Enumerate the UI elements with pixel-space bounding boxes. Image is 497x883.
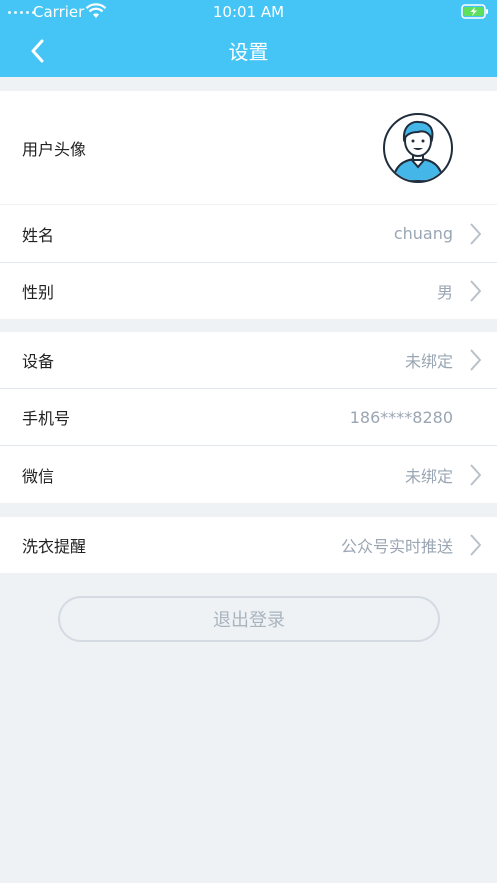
phone-row: 手机号 186****8280 bbox=[0, 389, 497, 446]
profile-group: 用户头像 bbox=[0, 91, 497, 204]
chevron-right-icon bbox=[470, 463, 481, 486]
phone-label: 手机号 bbox=[22, 409, 71, 428]
name-row[interactable]: 姓名 chuang bbox=[0, 205, 497, 263]
reminder-value: 公众号实时推送 bbox=[340, 537, 453, 556]
logout-button[interactable]: 退出登录 bbox=[58, 596, 440, 642]
reminder-group: 洗衣提醒 公众号实时推送 bbox=[0, 517, 497, 573]
wechat-value: 未绑定 bbox=[404, 466, 453, 486]
chevron-right-icon bbox=[470, 222, 481, 245]
device-value: 未绑定 bbox=[404, 352, 453, 371]
avatar-label: 用户头像 bbox=[22, 139, 87, 159]
name-value: chuang bbox=[393, 224, 453, 243]
user-avatar-icon bbox=[391, 120, 445, 181]
chevron-right-icon bbox=[470, 349, 481, 371]
name-label: 姓名 bbox=[22, 225, 55, 245]
chevron-right-icon bbox=[470, 534, 481, 556]
chevron-right-icon bbox=[470, 280, 481, 302]
phone-value: 186****8280 bbox=[349, 407, 453, 427]
reminder-label: 洗衣提醒 bbox=[22, 537, 87, 556]
status-bar: Carrier 10:01 AM bbox=[0, 0, 497, 24]
avatar[interactable] bbox=[383, 113, 453, 183]
wechat-label: 微信 bbox=[22, 466, 55, 486]
gender-value: 男 bbox=[436, 283, 453, 302]
status-time: 10:01 AM bbox=[212, 3, 285, 21]
basic-info-group: 姓名 chuang 性别 男 bbox=[0, 205, 497, 319]
navigation-header: Carrier 10:01 AM 设置 bbox=[0, 0, 497, 77]
device-label: 设备 bbox=[22, 352, 55, 371]
gender-label: 性别 bbox=[22, 283, 55, 302]
reminder-row[interactable]: 洗衣提醒 公众号实时推送 bbox=[0, 517, 497, 573]
device-row[interactable]: 设备 未绑定 bbox=[0, 332, 497, 389]
gender-row[interactable]: 性别 男 bbox=[0, 263, 497, 319]
wechat-row[interactable]: 微信 未绑定 bbox=[0, 446, 497, 503]
avatar-row[interactable]: 用户头像 bbox=[0, 91, 497, 204]
binding-group: 设备 未绑定 手机号 186****8280 微信 未绑定 bbox=[0, 332, 497, 503]
page-title: 设置 bbox=[228, 40, 269, 64]
battery-icon bbox=[461, 4, 488, 19]
